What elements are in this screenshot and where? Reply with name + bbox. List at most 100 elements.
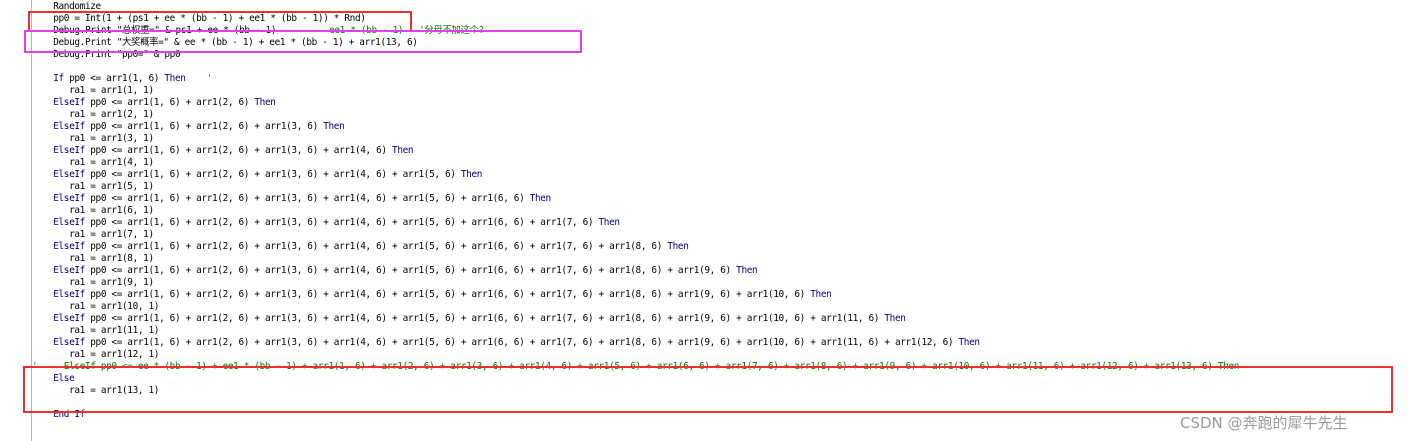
code-line: ElseIf pp0 <= arr1(1, 6) + arr1(2, 6) + … — [32, 193, 551, 205]
keyword-token: ElseIf — [53, 289, 85, 300]
keyword-token: ElseIf — [53, 337, 85, 348]
code-token: pp0 <= arr1(1, 6) + arr1(2, 6) + arr1(3,… — [84, 145, 393, 156]
keyword-token: Then — [810, 289, 832, 300]
code-token: pp0 <= arr1(1, 6) + arr1(2, 6) + arr1(3,… — [84, 217, 599, 228]
code-line: ElseIf pp0 <= arr1(1, 6) + arr1(2, 6) + … — [32, 241, 689, 253]
keyword-token: Then — [667, 241, 689, 252]
code-line: ra1 = arr1(10, 1) — [32, 301, 159, 313]
keyword-token: Then — [884, 313, 906, 324]
keyword-token: ElseIf — [53, 193, 85, 204]
code-token: ra1 = arr1(10, 1) — [69, 301, 160, 312]
keyword-token: ElseIf — [53, 241, 85, 252]
keyword-token: ElseIf — [53, 145, 85, 156]
code-line: ElseIf pp0 <= arr1(1, 6) + arr1(2, 6) + … — [32, 217, 620, 229]
code-token: pp0 <= arr1(1, 6) + arr1(2, 6) + arr1(3,… — [84, 265, 737, 276]
code-line: If pp0 <= arr1(1, 6) Then ' — [32, 73, 212, 85]
code-token: pp0 <= arr1(1, 6) — [63, 73, 165, 84]
code-token: ra1 = arr1(3, 1) — [69, 133, 154, 144]
code-line: ra1 = arr1(6, 1) — [32, 205, 154, 217]
code-line: ra1 = arr1(8, 1) — [32, 253, 154, 265]
keyword-token: ElseIf — [53, 97, 85, 108]
code-token: ra1 = arr1(7, 1) — [69, 229, 154, 240]
code-line: ElseIf pp0 <= arr1(1, 6) + arr1(2, 6) Th… — [32, 97, 276, 109]
code-line: ElseIf pp0 <= arr1(1, 6) + arr1(2, 6) + … — [32, 265, 758, 277]
code-token: ra1 = arr1(9, 1) — [69, 277, 154, 288]
keyword-token: Then — [164, 73, 186, 84]
code-line: ElseIf pp0 <= arr1(1, 6) + arr1(2, 6) + … — [32, 313, 906, 325]
code-token: pp0 <= arr1(1, 6) + arr1(2, 6) + arr1(3,… — [84, 289, 811, 300]
keyword-token: ElseIf — [53, 217, 85, 228]
keyword-token: ElseIf — [53, 169, 85, 180]
code-line: ElseIf pp0 <= arr1(1, 6) + arr1(2, 6) + … — [32, 169, 482, 181]
keyword-token: Then — [958, 337, 981, 348]
keyword-token: Then — [392, 145, 414, 156]
code-line: ElseIf pp0 <= arr1(1, 6) + arr1(2, 6) + … — [32, 289, 832, 301]
code-token: pp0 <= arr1(1, 6) + arr1(2, 6) + arr1(3,… — [84, 169, 461, 180]
code-line: ElseIf pp0 <= arr1(1, 6) + arr1(2, 6) + … — [32, 121, 345, 133]
keyword-token: Then — [529, 193, 552, 204]
keyword-token: Then — [736, 265, 758, 276]
code-token: ra1 = arr1(6, 1) — [69, 205, 154, 216]
keyword-token: ElseIf — [53, 265, 85, 276]
code-line: ElseIf pp0 <= arr1(1, 6) + arr1(2, 6) + … — [32, 337, 980, 349]
code-line: ra1 = arr1(2, 1) — [32, 109, 154, 121]
keyword-token: Then — [254, 97, 276, 108]
comment-token: ' — [185, 73, 213, 84]
code-line: ra1 = arr1(3, 1) — [32, 133, 154, 145]
keyword-token: Then — [323, 121, 345, 132]
keyword-token: Then — [460, 169, 483, 180]
code-line: ra1 = arr1(4, 1) — [32, 157, 154, 169]
code-token: ra1 = arr1(1, 1) — [69, 85, 154, 96]
highlight-box-debug — [24, 30, 582, 53]
code-token: pp0 <= arr1(1, 6) + arr1(2, 6) + arr1(3,… — [84, 193, 530, 204]
highlight-box-random — [28, 11, 412, 32]
code-token: ra1 = arr1(8, 1) — [69, 253, 154, 264]
code-token: pp0 <= arr1(1, 6) + arr1(2, 6) + arr1(3,… — [84, 337, 959, 348]
code-token: ra1 = arr1(2, 1) — [69, 109, 154, 120]
code-line: ra1 = arr1(9, 1) — [32, 277, 154, 289]
keyword-token: If — [53, 73, 64, 84]
code-line: ra1 = arr1(12, 1) — [32, 349, 159, 361]
code-line: ra1 = arr1(7, 1) — [32, 229, 154, 241]
code-line: ra1 = arr1(1, 1) — [32, 85, 154, 97]
code-token: ra1 = arr1(4, 1) — [69, 157, 154, 168]
code-token: ra1 = arr1(5, 1) — [69, 181, 154, 192]
code-line: ElseIf pp0 <= arr1(1, 6) + arr1(2, 6) + … — [32, 145, 413, 157]
code-line: ra1 = arr1(11, 1) — [32, 325, 159, 337]
code-token: ra1 = arr1(11, 1) — [69, 325, 160, 336]
csdn-watermark: CSDN @奔跑的犀牛先生 — [1180, 414, 1348, 432]
code-line: ra1 = arr1(5, 1) — [32, 181, 154, 193]
keyword-token: ElseIf — [53, 313, 85, 324]
code-token: pp0 <= arr1(1, 6) + arr1(2, 6) + arr1(3,… — [84, 121, 324, 132]
code-token: pp0 <= arr1(1, 6) + arr1(2, 6) + arr1(3,… — [84, 241, 668, 252]
code-token: ra1 = arr1(12, 1) — [69, 349, 160, 360]
highlight-box-elseif — [23, 366, 1393, 413]
keyword-token: Then — [598, 217, 621, 228]
code-token: pp0 <= arr1(1, 6) + arr1(2, 6) + arr1(3,… — [84, 313, 885, 324]
keyword-token: ElseIf — [53, 121, 85, 132]
